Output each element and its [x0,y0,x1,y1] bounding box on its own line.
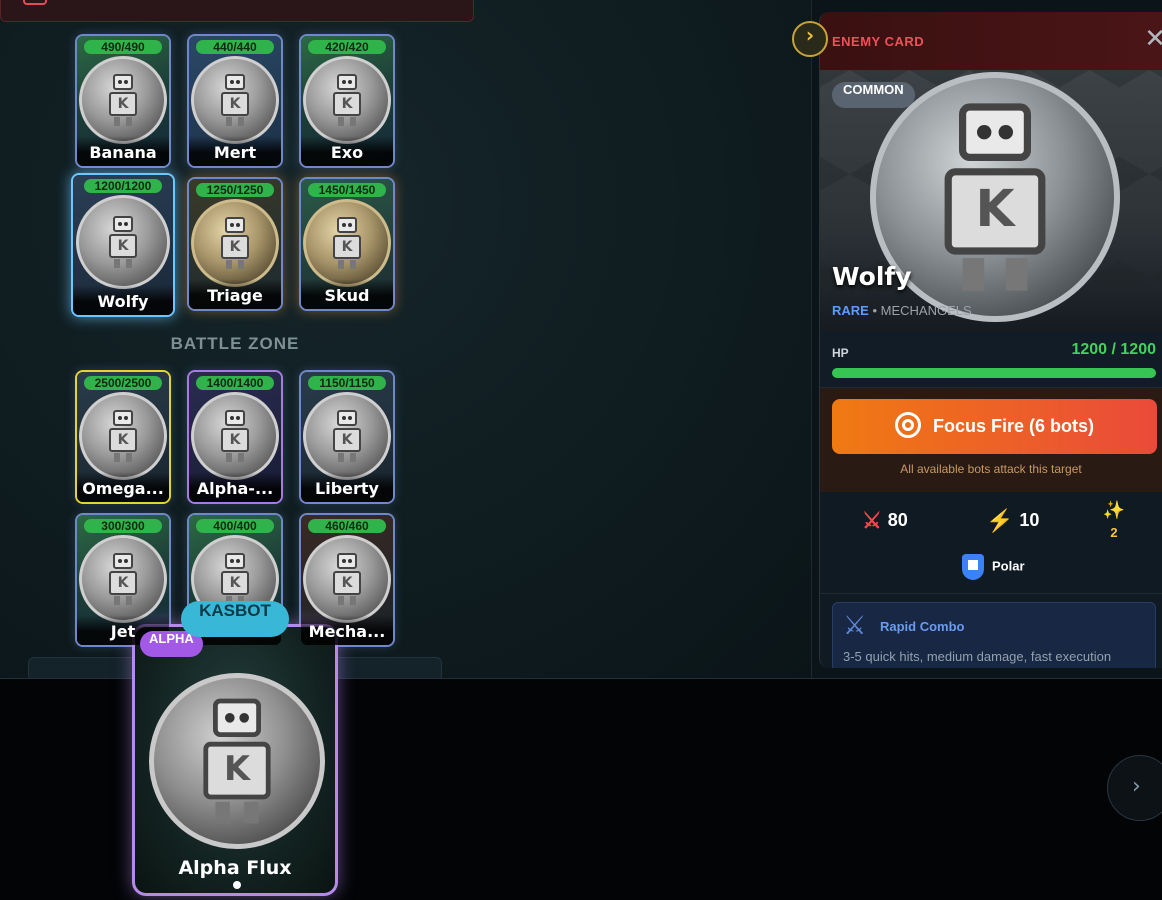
bot-hp: 300/300 [84,519,162,533]
bot-hp: 1250/1250 [196,183,274,197]
kasbot-tag: KASBOT [181,601,289,637]
hand-card-name: Alpha Flux [178,857,292,879]
hp-value: 1200 / 1200 [1071,341,1156,358]
bot-coin-image [303,535,391,623]
crossed-swords-icon: ⚔ [862,508,882,533]
bot-hp: 1450/1450 [308,183,386,197]
top-banner [0,0,474,22]
hp-section: HP 1200 / 1200 [820,332,1162,388]
bot-card[interactable]: 1250/1250 Triage [187,177,283,311]
bot-hp: 460/460 [308,519,386,533]
bot-name: Mert [189,136,281,166]
banner-icon [23,0,47,5]
bot-name: Wolfy [73,285,173,315]
bot-card[interactable]: 1150/1150 Liberty [299,370,395,504]
bot-hp: 1150/1150 [308,376,386,390]
focus-fire-button[interactable]: Focus Fire (6 bots) [832,399,1157,454]
bot-card[interactable]: 2500/2500 Omega... [75,370,171,504]
bot-card-selected[interactable]: 1200/1200 Wolfy [71,173,175,317]
bot-coin-image [191,392,279,480]
bot-card[interactable]: 420/420 Exo [299,34,395,168]
hand-card-coin-image [149,673,325,849]
enemy-card-header: ENEMY CARD ✕ [820,12,1162,70]
hp-bar [832,368,1156,378]
bot-hp: 490/490 [84,40,162,54]
speed-stat: ⚡ 10 [986,508,1039,534]
bot-hp: 440/440 [196,40,274,54]
enemy-card-title: ENEMY CARD [832,34,925,49]
bot-coin-image [303,392,391,480]
focus-fire-section: Focus Fire (6 bots) All available bots a… [820,388,1162,492]
bot-card[interactable]: 1400/1400 Alpha-... [187,370,283,504]
enemy-subtitle: RARE • MECHANGELS [832,303,972,318]
bot-card[interactable]: 300/300 Jet [75,513,171,647]
bot-card[interactable]: 1450/1450 Skud [299,177,395,311]
lightning-icon: ⚡ [986,508,1014,533]
special-stat: ✨ 2 [1102,500,1126,542]
crossed-swords-icon: ⚔ [843,611,867,641]
bot-coin-image [191,199,279,287]
bot-name: Skud [301,279,393,309]
move-description: 3-5 quick hits, medium damage, fast exec… [843,649,1112,664]
rarity-pill: COMMON [832,82,915,108]
enemy-faction: • MECHANGELS [872,303,972,318]
move-name: Rapid Combo [880,619,965,634]
bot-coin-image [79,535,167,623]
enemy-rarity: RARE [832,303,869,318]
element-value: Polar [992,558,1025,574]
hp-label: HP [832,346,849,360]
bot-coin-image [79,392,167,480]
bot-hp: 400/400 [196,519,274,533]
battle-arena: 490/490 Banana 440/440 Mert 420/420 Exo … [0,0,812,681]
bot-card[interactable]: 440/440 Mert [187,34,283,168]
speed-value: 10 [1019,509,1040,530]
bot-coin-image [191,56,279,144]
bot-card[interactable]: 460/460 Mecha... [299,513,395,647]
enemy-card-panel: ENEMY CARD ✕ COMMON Wolfy RARE • MECHANG… [819,12,1162,668]
bot-hp: 1200/1200 [84,179,162,193]
bot-name: Banana [77,136,169,166]
bot-name: Liberty [301,472,393,502]
bot-hp: 2500/2500 [84,376,162,390]
bot-name: Omega... [77,472,169,502]
battle-zone-label: BATTLE ZONE [170,334,300,353]
enemy-hero-image [820,70,1162,332]
hand-card-indicator [233,881,241,889]
enemy-name: Wolfy [832,262,912,291]
bot-coin-image [79,56,167,144]
stats-section: ⚔ 80 ⚡ 10 ✨ 2 Polar [820,492,1162,594]
hand-card[interactable]: Alpha Flux [132,624,338,896]
attack-value: 80 [887,509,908,530]
element-stat: Polar [962,554,1025,580]
bot-card[interactable]: 490/490 Banana [75,34,171,168]
target-icon [894,412,921,439]
hp-bar-fill [832,368,1156,378]
bot-coin-image [303,199,391,287]
special-value: 2 [1110,525,1118,540]
close-icon[interactable]: ✕ [1144,24,1162,54]
chevron-right-icon[interactable]: › [792,21,828,57]
shield-icon [962,554,984,580]
focus-fire-label: Focus Fire (6 bots) [932,416,1094,436]
bot-name: Triage [189,279,281,309]
bot-hp: 1400/1400 [196,376,274,390]
sparkle-icon: ✨ [1102,500,1126,520]
attack-stat: ⚔ 80 [862,508,908,534]
bot-coin-image [303,56,391,144]
bot-name: Exo [301,136,393,166]
focus-fire-note: All available bots attack this target [900,462,1082,476]
bot-name: Alpha-... [189,472,281,502]
bot-hp: 420/420 [308,40,386,54]
bot-coin-image [76,195,170,289]
bot-name: Mecha... [301,615,393,645]
move-card[interactable]: ⚔ Rapid Combo 3-5 quick hits, medium dam… [832,602,1156,668]
